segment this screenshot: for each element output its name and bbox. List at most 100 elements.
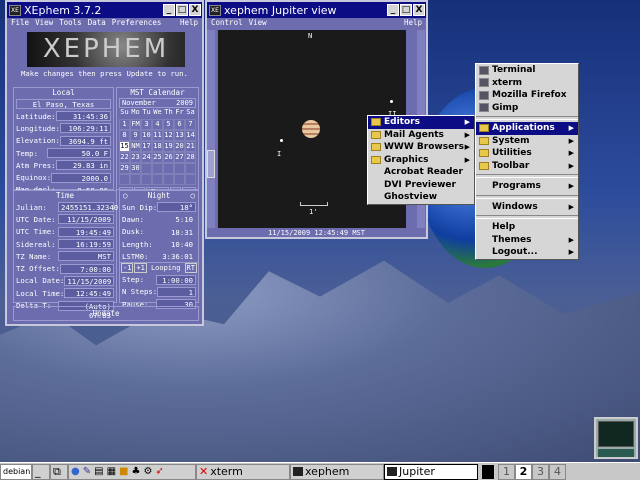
update-button[interactable]: Update bbox=[13, 306, 199, 321]
menu-item-graphics[interactable]: Graphics ▶ bbox=[368, 154, 474, 167]
step-back-button[interactable]: -1 bbox=[121, 263, 134, 274]
title-bar[interactable]: XE xephem Jupiter view _ □ X bbox=[207, 2, 426, 18]
field-value[interactable]: 10:40 bbox=[156, 239, 196, 249]
calendar-day[interactable] bbox=[163, 163, 174, 174]
calendar-day[interactable]: 5 bbox=[163, 119, 174, 130]
calendar-day[interactable]: 14 bbox=[185, 130, 196, 141]
field-value[interactable]: 2000.0 bbox=[51, 172, 111, 183]
calc-launch-icon[interactable]: ▦ bbox=[107, 466, 116, 477]
night-left-toggle[interactable]: ◯ bbox=[123, 191, 128, 201]
calendar-day[interactable]: 17 bbox=[141, 141, 152, 152]
menu-item-editors[interactable]: Editors ▶ bbox=[368, 116, 474, 129]
calendar-day[interactable] bbox=[185, 163, 196, 174]
menu-item-help[interactable]: Help bbox=[476, 221, 578, 234]
calendar-day[interactable] bbox=[119, 174, 130, 185]
field-value[interactable]: 3694.9 ft bbox=[59, 135, 111, 146]
cards-launch-icon[interactable]: ♣ bbox=[131, 466, 140, 477]
calendar-day[interactable]: 25 bbox=[152, 152, 163, 163]
minimize-all-button[interactable]: _ bbox=[32, 463, 50, 480]
field-value[interactable]: 1 bbox=[157, 286, 196, 297]
menu-tools[interactable]: Tools bbox=[59, 18, 82, 28]
menu-item-mail-agents[interactable]: Mail Agents ▶ bbox=[368, 129, 474, 142]
calendar-day[interactable]: 27 bbox=[174, 152, 185, 163]
calendar-day[interactable]: 18 bbox=[152, 141, 163, 152]
calendar-day[interactable]: 28 bbox=[185, 152, 196, 163]
maximize-button[interactable]: □ bbox=[400, 4, 412, 16]
desktop-2-button[interactable]: 2 bbox=[515, 463, 532, 480]
desktop-3-button[interactable]: 3 bbox=[532, 463, 549, 480]
slider-thumb[interactable] bbox=[207, 150, 215, 178]
vertical-slider[interactable] bbox=[207, 30, 215, 228]
calendar-day[interactable]: 30 bbox=[130, 163, 141, 174]
field-value[interactable]: 18° bbox=[157, 202, 196, 213]
calendar-day[interactable]: 15 bbox=[119, 141, 130, 152]
menu-file[interactable]: File bbox=[11, 18, 29, 28]
menu-item-utilities[interactable]: Utilities ▶ bbox=[476, 147, 578, 160]
menu-item-dvi-previewer[interactable]: DVI Previewer bbox=[368, 179, 474, 192]
calendar-day[interactable] bbox=[141, 163, 152, 174]
calendar-day[interactable]: 11 bbox=[152, 130, 163, 141]
menu-item-logout[interactable]: Logout... ▶ bbox=[476, 246, 578, 259]
field-value[interactable]: 29.83 in bbox=[55, 160, 111, 171]
field-value[interactable]: 11/15/2009 bbox=[58, 214, 114, 225]
calendar-day[interactable] bbox=[163, 174, 174, 185]
window-list-button[interactable]: ⧉ bbox=[50, 463, 68, 480]
editor-launch-icon[interactable]: ✎ bbox=[83, 466, 91, 477]
run-launch-icon[interactable]: ➶ bbox=[155, 466, 163, 477]
start-button[interactable]: debian bbox=[0, 463, 32, 480]
calendar-day[interactable]: 6 bbox=[174, 119, 185, 130]
menu-item-ghostview[interactable]: Ghostview bbox=[368, 191, 474, 204]
menu-view[interactable]: View bbox=[35, 18, 53, 28]
calendar-day[interactable] bbox=[152, 163, 163, 174]
menu-item-system[interactable]: System ▶ bbox=[476, 135, 578, 148]
calendar-day[interactable]: 20 bbox=[174, 141, 185, 152]
calendar-day[interactable]: 21 bbox=[185, 141, 196, 152]
field-value[interactable]: 7:00:00 bbox=[59, 263, 114, 274]
step-forward-button[interactable]: +1 bbox=[134, 263, 147, 274]
image-launch-icon[interactable]: ■ bbox=[119, 466, 128, 477]
menu-item-toolbar[interactable]: Toolbar ▶ bbox=[476, 160, 578, 173]
close-button[interactable]: X bbox=[189, 4, 201, 16]
month-year-field[interactable]: November 2009 bbox=[119, 98, 196, 108]
menu-help[interactable]: Help bbox=[180, 18, 198, 28]
calendar-day[interactable] bbox=[185, 174, 196, 185]
field-value[interactable]: 19:45:49 bbox=[58, 226, 114, 237]
menu-item-gimp[interactable]: Gimp bbox=[476, 102, 578, 115]
field-value[interactable]: 1:00:00 bbox=[156, 274, 196, 285]
location-field[interactable]: El Paso, Texas bbox=[16, 99, 111, 109]
minimize-button[interactable]: _ bbox=[163, 4, 175, 16]
field-value[interactable]: 12:45:49 bbox=[64, 288, 114, 299]
calendar-day[interactable]: 8 bbox=[119, 130, 130, 141]
field-value[interactable]: MST bbox=[58, 251, 114, 262]
calendar-day[interactable]: 19 bbox=[163, 141, 174, 152]
field-value[interactable]: 11/15/2009 bbox=[64, 275, 115, 286]
calendar-day[interactable]: 4 bbox=[152, 119, 163, 130]
menu-item-applications[interactable]: Applications ▶ bbox=[476, 122, 578, 135]
calendar-day[interactable] bbox=[141, 174, 152, 185]
field-value[interactable]: 18:31 bbox=[156, 227, 196, 237]
menu-item-programs[interactable]: Programs ▶ bbox=[476, 180, 578, 193]
calendar-day[interactable]: NM bbox=[130, 141, 141, 152]
task-jupiter[interactable]: Jupiter bbox=[384, 463, 478, 480]
calendar-day[interactable]: 1 bbox=[119, 119, 130, 130]
calendar-day[interactable] bbox=[152, 174, 163, 185]
calendar-day[interactable]: 24 bbox=[141, 152, 152, 163]
field-value[interactable]: 2455151.32340 bbox=[58, 202, 118, 213]
field-value[interactable]: 31:45:36 bbox=[55, 111, 111, 122]
calendar-day[interactable]: 9 bbox=[130, 130, 141, 141]
realtime-button[interactable]: RT bbox=[184, 263, 197, 274]
files-launch-icon[interactable]: ▤ bbox=[94, 466, 103, 477]
menu-item-terminal[interactable]: Terminal bbox=[476, 64, 578, 77]
field-value[interactable]: 3:36:01 bbox=[156, 251, 196, 261]
task-xterm[interactable]: ✕ xterm bbox=[196, 463, 290, 480]
calendar-day[interactable]: 29 bbox=[119, 163, 130, 174]
menu-item-www-browsers[interactable]: WWW Browsers ▶ bbox=[368, 141, 474, 154]
task-xephem[interactable]: xephem bbox=[290, 463, 384, 480]
menu-item-xterm[interactable]: xterm bbox=[476, 77, 578, 90]
menu-view[interactable]: View bbox=[249, 18, 267, 28]
calendar-day[interactable]: 13 bbox=[174, 130, 185, 141]
calendar-day[interactable]: FM bbox=[130, 119, 141, 130]
calendar-day[interactable]: 26 bbox=[163, 152, 174, 163]
close-button[interactable]: X bbox=[413, 4, 425, 16]
title-bar[interactable]: XE XEphem 3.7.2 _ □ X bbox=[7, 2, 202, 18]
